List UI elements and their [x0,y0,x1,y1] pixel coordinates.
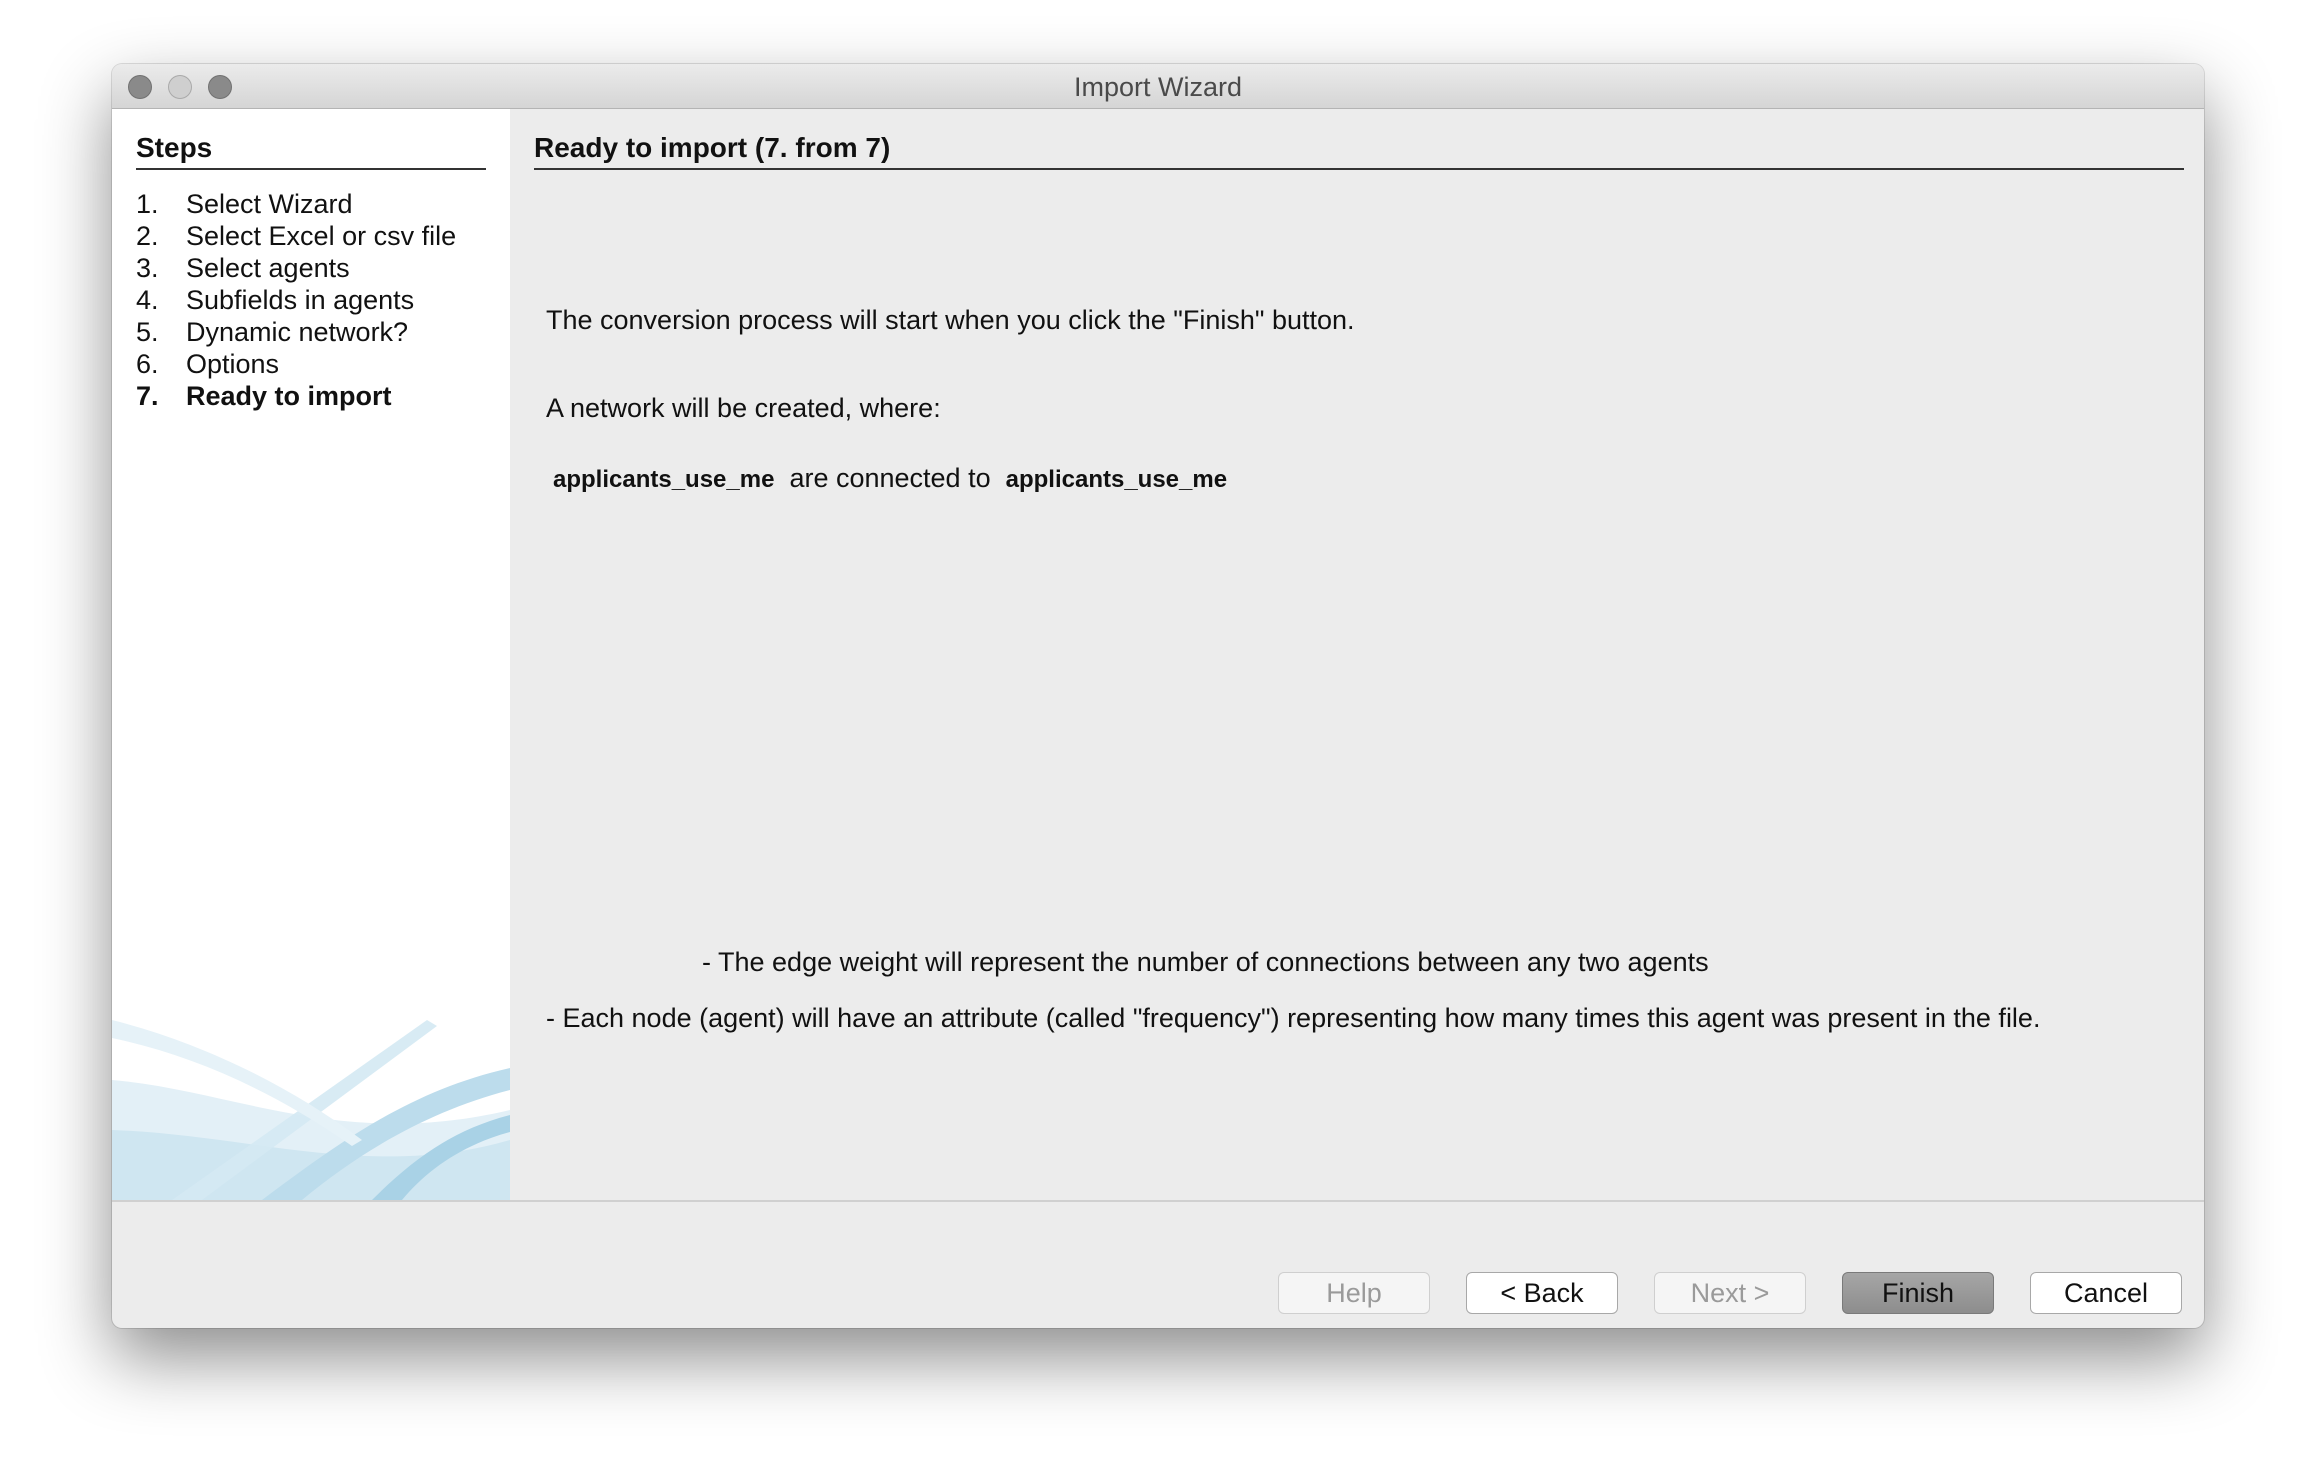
step-item: 5. Dynamic network? [136,317,409,347]
title-bar[interactable]: Import Wizard [112,64,2204,109]
network-description: A network will be created, where: [546,393,941,423]
help-button[interactable]: Help [1278,1272,1430,1314]
steps-list: 1. Select Wizard 2. Select Excel or csv fi… [136,188,456,412]
connection-line: applicants_use_me are connected to appli… [553,462,1227,496]
step-item: 2. Select Excel or csv file [136,221,457,251]
cancel-button[interactable]: Cancel [2030,1272,2182,1314]
step-item: 3. Select agents [136,253,350,283]
step-item: 6. Options [136,349,280,379]
step-item: 1. Select Wizard [136,189,353,219]
content-panel [510,109,2204,1200]
step-item-current: 7. Ready to import [136,381,392,411]
node-attribute-note: - Each node (agent) will have an attribu… [546,1003,2041,1033]
back-button[interactable]: < Back [1466,1272,1618,1314]
intro-text: The conversion process will start when y… [546,305,1355,335]
source-agent-label: applicants_use_me [553,466,775,493]
finish-button[interactable]: Finish [1842,1272,1994,1314]
steps-heading: Steps [136,132,486,170]
next-button[interactable]: Next > [1654,1272,1806,1314]
step-item: 4. Subfields in agents [136,285,415,315]
window-title: Import Wizard [1073,72,1243,102]
panel-title: Ready to import (7. from 7) [534,132,2184,170]
wizard-decoration-graphic [112,1020,510,1200]
connector-text: are connected to [789,463,991,493]
edge-weight-note: - The edge weight will represent the num… [702,947,1709,977]
target-agent-label: applicants_use_me [1005,466,1228,493]
footer-separator [112,1200,2204,1202]
